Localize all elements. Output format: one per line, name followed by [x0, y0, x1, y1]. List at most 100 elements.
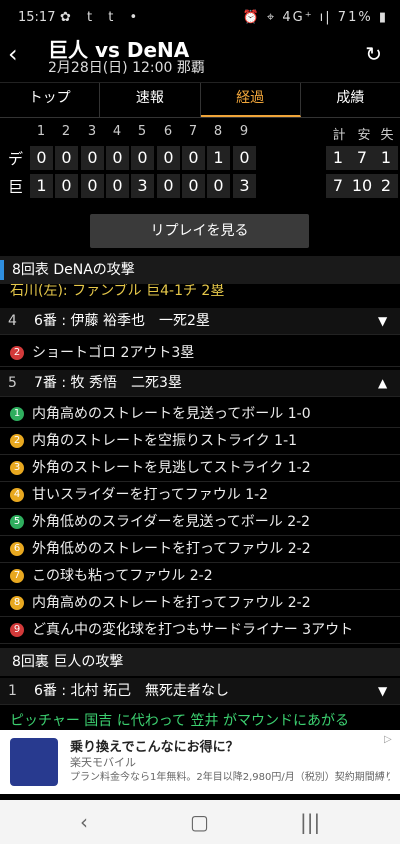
pitch-row: 9 ど真ん中の変化球を打つもサードライナー 3アウト: [0, 617, 400, 644]
inning-score: 0: [81, 174, 104, 198]
inning-score: 0: [182, 174, 205, 198]
pitch-row: 6 外角低めのストレートを打ってファウル 2-2: [0, 536, 400, 563]
total-hits: 7: [350, 146, 374, 170]
game-header: ‹ 巨人 vs DeNA 2月28日(日) 12:00 那覇 ↻: [0, 34, 400, 82]
inning-score: 3: [233, 174, 256, 198]
inning-header: 6: [163, 124, 173, 139]
system-nav-bar: ‹ ▢ |||: [0, 800, 400, 844]
tab-bar: トップ 速報 経過 成績: [0, 82, 400, 118]
pitch-number-badge: 8: [10, 596, 24, 610]
inning-score: 1: [30, 174, 53, 198]
pitch-number-badge: 5: [10, 515, 24, 529]
inning-score: 0: [182, 146, 205, 170]
inning-score: 0: [131, 146, 154, 170]
tab-live[interactable]: 速報: [100, 83, 201, 117]
ad-banner[interactable]: 乗り換えでこんなにお得に？ 楽天モバイル プラン料金今なら1年無料。2年目以降2…: [0, 730, 400, 794]
ad-description: プラン料金今なら1年無料。2年目以降2,980円/月（税別）契約期間縛りナシ。: [70, 772, 390, 783]
pitch-number-badge: 6: [10, 542, 24, 556]
total-hits: 10: [350, 174, 374, 198]
pitch-number-badge: 1: [10, 407, 24, 421]
inning-section-top8: 8回表 DeNAの攻撃: [0, 256, 400, 284]
chevron-down-icon[interactable]: ▼: [378, 314, 392, 328]
inning-score: 0: [233, 146, 256, 170]
inning-score: 0: [55, 174, 78, 198]
total-header-runs: 計: [332, 128, 346, 143]
pitch-text: この球も粘ってファウル 2-2: [32, 568, 213, 584]
batter-order: 1: [8, 683, 17, 699]
play-result: 2 ショートゴロ 2アウト3塁: [0, 340, 400, 367]
inning-header: 2: [61, 124, 71, 139]
pitch-row: 8 内角高めのストレートを打ってファウル 2-2: [0, 590, 400, 617]
pitch-row: 4 甘いスライダーを打ってファウル 1-2: [0, 482, 400, 509]
inning-score: 0: [157, 174, 180, 198]
nav-home-icon[interactable]: ▢: [190, 810, 209, 834]
batter-info: 6番 : 北村 拓己 無死走者なし: [34, 683, 229, 699]
replay-button[interactable]: リプレイを見る: [90, 214, 309, 248]
tab-top[interactable]: トップ: [0, 83, 101, 117]
total-runs: 1: [326, 146, 350, 170]
scoreboard: 1 2 3 4 5 6 7 8 9 計 安 失 デ 0 0 0 0 0 0 0 …: [0, 120, 400, 202]
inning-section-bottom8: 8回裏 巨人の攻撃: [0, 648, 400, 676]
inning-score: 0: [106, 146, 129, 170]
pitch-row: 7 この球も粘ってファウル 2-2: [0, 563, 400, 590]
pitch-text: 甘いスライダーを打ってファウル 1-2: [32, 487, 269, 503]
pitch-text: 外角低めのスライダーを見送ってボール 2-2: [32, 514, 311, 530]
inning-header: 9: [239, 124, 249, 139]
total-header-errors: 失: [380, 128, 394, 143]
section-title: 8回裏 巨人の攻撃: [12, 654, 124, 670]
inning-header: 3: [87, 124, 97, 139]
tab-stats[interactable]: 成績: [301, 83, 400, 117]
pitch-number-badge: 2: [10, 434, 24, 448]
total-header-hits: 安: [357, 128, 371, 143]
inning-score: 0: [55, 146, 78, 170]
pitch-number-badge: 4: [10, 488, 24, 502]
batter-order: 5: [8, 375, 17, 391]
inning-header: 5: [137, 124, 147, 139]
inning-header: 7: [188, 124, 198, 139]
pitch-text: ど真ん中の変化球を打つもサードライナー 3アウト: [32, 622, 354, 638]
team-label-home: 巨: [8, 178, 24, 196]
system-icons: ⏰ ⌖ 4G⁺ ı| 71% ▮: [242, 10, 388, 25]
pitch-row: 3 外角のストレートを見逃してストライク 1-2: [0, 455, 400, 482]
partial-play-text: 石川(左): ファンブル 巨4-1チ 2塁: [0, 284, 400, 300]
play-text: 石川(左): ファンブル 巨4-1チ 2塁: [10, 284, 225, 299]
inning-header: 1: [36, 124, 46, 139]
batter-row[interactable]: 1 6番 : 北村 拓己 無死走者なし ▼: [0, 678, 400, 705]
inning-score: 3: [131, 174, 154, 198]
pitch-number-badge: 7: [10, 569, 24, 583]
ad-info-icon[interactable]: ▷: [384, 734, 394, 745]
chevron-down-icon[interactable]: ▼: [378, 684, 392, 698]
inning-score: 0: [30, 146, 53, 170]
ad-phone-image: [10, 738, 58, 786]
total-errors: 1: [374, 146, 398, 170]
batter-info: 7番 : 牧 秀悟 二死3塁: [34, 375, 182, 391]
pitch-number-badge: 9: [10, 623, 24, 637]
notification-icons: ✿ t t •: [60, 10, 144, 25]
inning-score: 0: [106, 174, 129, 198]
section-title: 8回表 DeNAの攻撃: [12, 262, 135, 278]
ad-headline: 乗り換えでこんなにお得に？: [70, 740, 239, 755]
inning-score: 1: [207, 146, 230, 170]
nav-recents-icon[interactable]: |||: [300, 810, 320, 834]
pitch-row: 2 内角のストレートを空振りストライク 1-1: [0, 428, 400, 455]
total-errors: 2: [374, 174, 398, 198]
pitch-row: 5 外角低めのスライダーを見送ってボール 2-2: [0, 509, 400, 536]
tab-progress[interactable]: 経過: [200, 83, 301, 117]
batter-row[interactable]: 4 6番 : 伊藤 裕季也 一死2塁 ▼: [0, 308, 400, 335]
status-time: 15:17: [18, 10, 56, 25]
inning-header: 8: [213, 124, 223, 139]
play-result-text: ショートゴロ 2アウト3塁: [32, 345, 195, 361]
batter-row[interactable]: 5 7番 : 牧 秀悟 二死3塁 ▲: [0, 370, 400, 397]
pitcher-change-text: ピッチャー 国吉 に代わって 笠井 がマウンドにあがる: [10, 713, 349, 729]
chevron-up-icon[interactable]: ▲: [378, 376, 392, 390]
pitch-text: 内角高めのストレートを打ってファウル 2-2: [32, 595, 311, 611]
pitch-text: 外角のストレートを見逃してストライク 1-2: [32, 460, 311, 476]
refresh-icon[interactable]: ↻: [365, 42, 382, 66]
inning-score: 0: [207, 174, 230, 198]
pitch-text: 外角低めのストレートを打ってファウル 2-2: [32, 541, 311, 557]
pitch-row: 1 内角高めのストレートを見送ってボール 1-0: [0, 401, 400, 428]
inning-header: 4: [112, 124, 122, 139]
pitch-text: 内角高めのストレートを見送ってボール 1-0: [32, 406, 311, 422]
nav-back-icon[interactable]: ‹: [80, 810, 88, 834]
back-arrow-icon[interactable]: ‹: [8, 42, 32, 66]
